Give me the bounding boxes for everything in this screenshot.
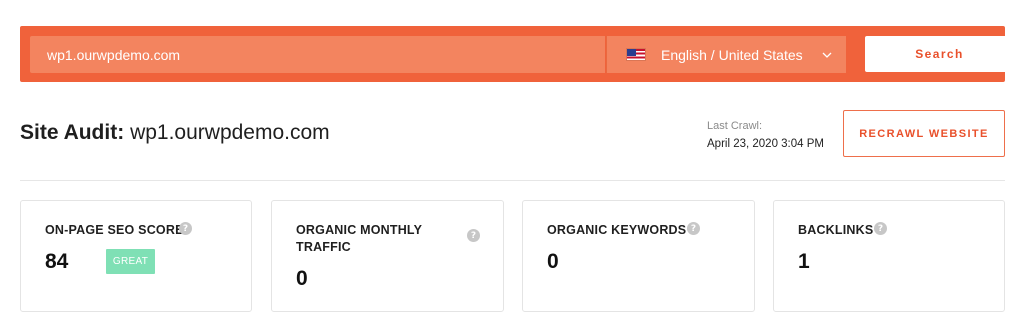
page-title-label: Site Audit:: [20, 121, 125, 144]
info-icon[interactable]: ?: [179, 222, 192, 235]
card-title: ON-PAGE SEO SCORE: [45, 223, 184, 237]
search-button[interactable]: Search: [865, 36, 1014, 72]
last-crawl: Last Crawl: April 23, 2020 3:04 PM: [707, 120, 824, 150]
card-title: ORGANIC KEYWORDS: [547, 223, 687, 237]
page-title-site: wp1.ourwpdemo.com: [130, 121, 330, 144]
divider: [20, 180, 1005, 181]
organic-traffic-card: ORGANIC MONTHLY TRAFFIC ? 0: [271, 200, 504, 312]
search-bar: English / United States Search: [20, 26, 1014, 82]
url-input[interactable]: [30, 36, 605, 73]
status-badge: GREAT: [106, 249, 155, 274]
language-label: English / United States: [661, 46, 803, 63]
card-value: 0: [296, 267, 308, 290]
language-select[interactable]: English / United States: [606, 36, 846, 73]
info-icon[interactable]: ?: [467, 229, 480, 242]
last-crawl-label: Last Crawl:: [707, 120, 763, 132]
seo-score-card: ON-PAGE SEO SCORE ? 84 GREAT: [20, 200, 252, 312]
last-crawl-date: April 23, 2020 3:04 PM: [707, 138, 824, 150]
backlinks-card: BACKLINKS ? 1: [773, 200, 1005, 312]
card-value: 84: [45, 250, 69, 273]
info-icon[interactable]: ?: [874, 222, 887, 235]
card-value: 1: [798, 250, 810, 273]
page-title: Site Audit: wp1.ourwpdemo.com: [20, 121, 330, 145]
info-icon[interactable]: ?: [687, 222, 700, 235]
recrawl-website-button[interactable]: RECRAWL WEBSITE: [843, 110, 1005, 157]
chevron-down-icon: [822, 52, 832, 58]
card-title: BACKLINKS: [798, 223, 874, 237]
organic-keywords-card: ORGANIC KEYWORDS ? 0: [522, 200, 755, 312]
us-flag-icon: [626, 48, 646, 61]
card-value: 0: [547, 250, 559, 273]
card-title: ORGANIC MONTHLY TRAFFIC: [296, 223, 422, 254]
